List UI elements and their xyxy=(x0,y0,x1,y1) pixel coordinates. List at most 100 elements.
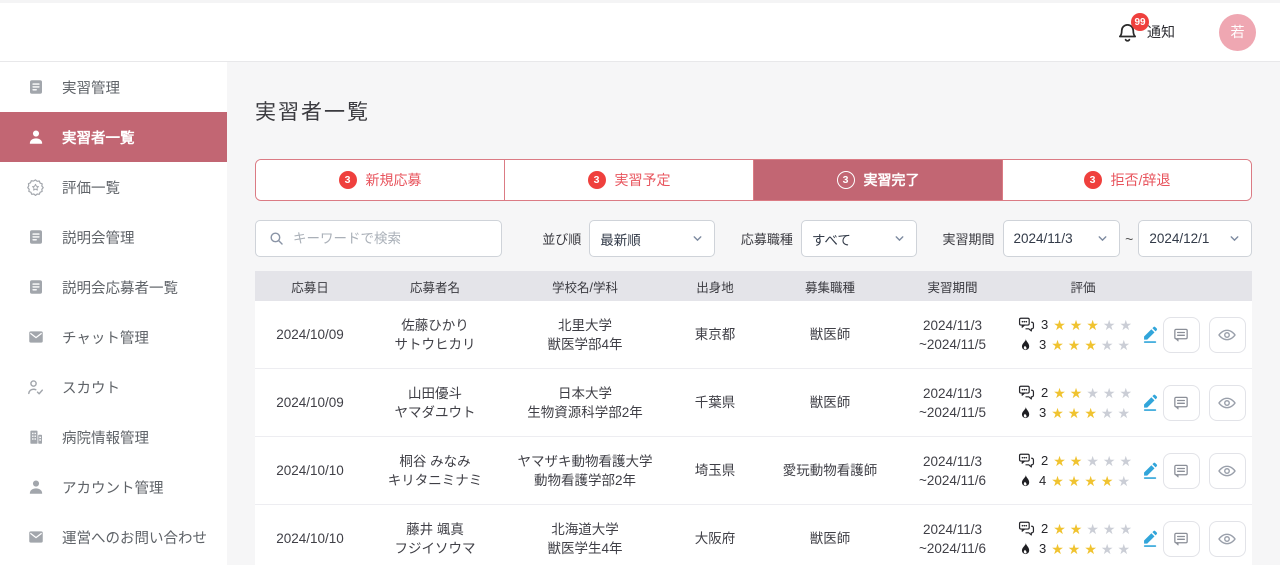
star-icon: ★ xyxy=(1084,474,1097,488)
star-icon: ★ xyxy=(1103,318,1116,332)
tab-label: 新規応募 xyxy=(366,170,422,190)
mail-icon xyxy=(26,328,45,347)
sort-select[interactable]: 最新順 xyxy=(589,220,715,257)
main-content: 実習者一覧 3新規応募3実習予定3実習完了3拒否/辞退 並び順 最新順 応募職種 xyxy=(227,62,1280,565)
column-header: 実習期間 xyxy=(895,277,1010,296)
comment-button[interactable] xyxy=(1163,317,1200,353)
school: 北海道大学獣医学生4年 xyxy=(505,520,665,558)
job-value: すべて xyxy=(812,229,851,249)
sidebar-item[interactable]: スカウト xyxy=(0,362,227,412)
search-icon xyxy=(268,230,285,247)
star-icon: ★ xyxy=(1119,386,1132,400)
tab-badge: 3 xyxy=(837,171,855,189)
star-icon: ★ xyxy=(1119,318,1132,332)
column-header: 応募日 xyxy=(255,277,365,296)
sidebar-item-label: 評価一覧 xyxy=(62,177,120,198)
sidebar-item[interactable]: 説明会管理 xyxy=(0,212,227,262)
column-header: 出身地 xyxy=(665,277,765,296)
chevron-down-icon xyxy=(691,232,704,245)
chat-rating-value: 2 xyxy=(1041,519,1048,538)
document-icon xyxy=(26,278,45,297)
eye-icon xyxy=(1217,529,1237,549)
comment-icon xyxy=(1172,326,1190,344)
status-tabs: 3新規応募3実習予定3実習完了3拒否/辞退 xyxy=(255,159,1252,201)
table-header-row: 応募日応募者名学校名/学科出身地募集職種実習期間評価 xyxy=(255,271,1252,301)
tab-badge: 3 xyxy=(588,171,606,189)
tab-3[interactable]: 3実習完了 xyxy=(754,160,1003,200)
applicant-name: 佐藤ひかりサトウヒカリ xyxy=(365,316,505,354)
sidebar-item[interactable]: 実習者一覧 xyxy=(0,112,227,162)
filter-bar: 並び順 最新順 応募職種 すべて 実習期間 2024/11/3 xyxy=(255,220,1252,257)
chat-rating-icon xyxy=(1018,452,1035,469)
badge-star-icon xyxy=(26,178,45,197)
comment-button[interactable] xyxy=(1163,453,1200,489)
view-button[interactable] xyxy=(1209,521,1246,557)
star-icon: ★ xyxy=(1068,338,1081,352)
job-type: 獣医師 xyxy=(765,529,895,548)
building-icon xyxy=(26,428,45,447)
comment-icon xyxy=(1172,394,1190,412)
document-icon xyxy=(26,78,45,97)
star-icon: ★ xyxy=(1119,522,1132,536)
sidebar-item-label: スカウト xyxy=(62,377,120,398)
search-input[interactable] xyxy=(293,231,489,246)
tab-4[interactable]: 3拒否/辞退 xyxy=(1003,160,1251,200)
chevron-down-icon xyxy=(1228,232,1241,245)
star-icon: ★ xyxy=(1086,454,1099,468)
sidebar-item[interactable]: 評価一覧 xyxy=(0,162,227,212)
mail-icon xyxy=(26,528,45,547)
comment-button[interactable] xyxy=(1163,521,1200,557)
comment-icon xyxy=(1172,530,1190,548)
origin: 埼玉県 xyxy=(665,461,765,480)
period-to-select[interactable]: 2024/12/1 xyxy=(1138,220,1252,257)
flame-rating-icon xyxy=(1018,540,1033,557)
column-header: 募集職種 xyxy=(765,277,895,296)
rating-cell: 2★★★★★4★★★★★ xyxy=(1010,451,1156,490)
tab-badge: 3 xyxy=(1084,171,1102,189)
page-title: 実習者一覧 xyxy=(255,96,1252,126)
star-icon: ★ xyxy=(1068,474,1081,488)
flame-rating-icon xyxy=(1018,404,1033,421)
sidebar-item[interactable]: アカウント管理 xyxy=(0,462,227,512)
star-icon: ★ xyxy=(1084,542,1097,556)
notification-button[interactable]: 99 通知 xyxy=(1116,20,1175,44)
period-from-select[interactable]: 2024/11/3 xyxy=(1003,220,1121,257)
applicant-name: 桐谷 みなみキリタニミナミ xyxy=(365,452,505,490)
star-icon: ★ xyxy=(1103,522,1116,536)
training-period: 2024/11/3~2024/11/6 xyxy=(895,452,1010,490)
column-header: 評価 xyxy=(1010,277,1156,296)
tab-2[interactable]: 3 実習予定 xyxy=(505,160,754,200)
sort-value: 最新順 xyxy=(600,229,641,249)
sidebar-item[interactable]: チャット管理 xyxy=(0,312,227,362)
chevron-down-icon xyxy=(893,232,906,245)
table-row: 2024/10/10藤井 颯真フジイソウマ北海道大学獣医学生4年大阪府獣医師20… xyxy=(255,505,1252,565)
sidebar-item-label: 病院情報管理 xyxy=(62,427,149,448)
tab-label: 実習予定 xyxy=(615,170,671,190)
table-row: 2024/10/09佐藤ひかりサトウヒカリ北里大学獣医学部4年東京都獣医師202… xyxy=(255,301,1252,369)
eye-icon xyxy=(1217,461,1237,481)
flame-rating-icon xyxy=(1018,336,1033,353)
avatar[interactable]: 若 xyxy=(1219,14,1256,51)
job-select[interactable]: すべて xyxy=(801,220,917,257)
notification-label: 通知 xyxy=(1147,22,1175,42)
star-icon: ★ xyxy=(1103,386,1116,400)
star-icon: ★ xyxy=(1084,406,1097,420)
view-button[interactable] xyxy=(1209,385,1246,421)
star-icon: ★ xyxy=(1053,318,1066,332)
sidebar-item[interactable]: 運営へのお問い合わせ xyxy=(0,512,227,562)
view-button[interactable] xyxy=(1209,317,1246,353)
flame-rating-value: 3 xyxy=(1039,403,1046,422)
sidebar-item[interactable]: 説明会応募者一覧 xyxy=(0,262,227,312)
origin: 大阪府 xyxy=(665,529,765,548)
tab-1[interactable]: 3新規応募 xyxy=(256,160,505,200)
school: ヤマザキ動物看護大学動物看護学部2年 xyxy=(505,452,665,490)
star-icon: ★ xyxy=(1053,386,1066,400)
chat-rating-value: 3 xyxy=(1041,315,1048,334)
sidebar-item[interactable]: 病院情報管理 xyxy=(0,412,227,462)
comment-button[interactable] xyxy=(1163,385,1200,421)
sidebar-item[interactable]: 実習管理 xyxy=(0,62,227,112)
star-icon: ★ xyxy=(1117,474,1130,488)
view-button[interactable] xyxy=(1209,453,1246,489)
document-icon xyxy=(26,228,45,247)
training-period: 2024/11/3~2024/11/6 xyxy=(895,520,1010,558)
